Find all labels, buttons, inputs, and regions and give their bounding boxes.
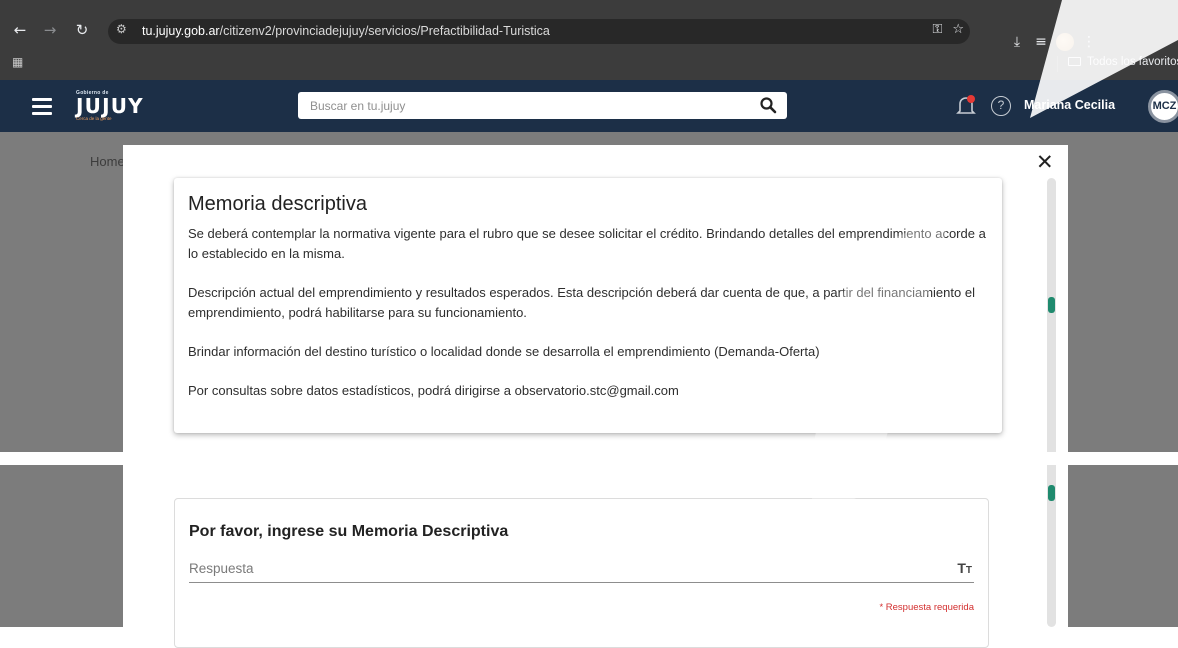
search-input[interactable]: Buscar en tu.jujuy <box>298 92 787 119</box>
breadcrumb-home[interactable]: Home <box>90 154 125 169</box>
address-bar-icons: ⚿ ☆ <box>922 22 964 37</box>
back-icon[interactable]: ← <box>10 20 30 40</box>
question-card: Por favor, ingrese su Memoria Descriptiv… <box>174 498 989 648</box>
url-host: tu.jujuy.gob.ar <box>142 24 220 38</box>
password-key-icon[interactable]: ⚿ <box>932 22 942 37</box>
memoria-paragraph: Por consultas sobre datos estadísticos, … <box>188 383 679 398</box>
memoria-paragraph: Se deberá contemplar la normativa vigent… <box>188 226 986 261</box>
bell-icon[interactable] <box>955 94 977 123</box>
jujuy-logo[interactable]: Gobierno de JUJUY Cerca de la gente <box>76 90 144 121</box>
browser-toolbar: ← → ↻ ⚙ tu.jujuy.gob.ar/citizenv2/provin… <box>0 14 1178 51</box>
question-title: Por favor, ingrese su Memoria Descriptiv… <box>189 523 509 540</box>
modal-scrollbar[interactable] <box>1047 178 1056 627</box>
answer-input[interactable]: Respuesta TT <box>189 557 974 583</box>
app-header: Gobierno de JUJUY Cerca de la gente Busc… <box>0 80 1178 132</box>
bookmarks-bar: ▦ Todos los favoritos <box>0 48 1178 78</box>
user-name[interactable]: Mariana Cecilia <box>1024 98 1115 112</box>
memoria-paragraph: Brindar información del destino turístic… <box>188 344 820 359</box>
url-path: /citizenv2/provinciadejujuy/servicios/Pr… <box>219 24 550 38</box>
memoria-paragraph: Descripción actual del emprendimiento y … <box>188 285 975 320</box>
memoria-info-card: Memoria descriptiva Se deberá contemplar… <box>174 178 1002 433</box>
bookmarks-folder-label: Todos los favoritos <box>1087 56 1178 68</box>
forward-icon[interactable]: → <box>40 20 60 40</box>
search-placeholder: Buscar en tu.jujuy <box>310 99 406 113</box>
text-format-icon[interactable]: TT <box>957 560 972 576</box>
hamburger-icon[interactable] <box>32 98 52 115</box>
folder-icon <box>1068 57 1081 66</box>
answer-placeholder: Respuesta <box>189 561 254 576</box>
avatar-initials: MCZ <box>1152 100 1177 112</box>
browser-chrome: ← → ↻ ⚙ tu.jujuy.gob.ar/citizenv2/provin… <box>0 0 1178 80</box>
scrollbar-thumb[interactable] <box>1048 297 1055 313</box>
site-settings-icon[interactable]: ⚙ <box>116 22 127 36</box>
memoria-title: Memoria descriptiva <box>188 193 367 215</box>
address-bar[interactable]: ⚙ tu.jujuy.gob.ar/citizenv2/provinciadej… <box>108 19 970 44</box>
help-icon[interactable]: ? <box>991 96 1011 116</box>
scrollbar-thumb[interactable] <box>1048 485 1055 501</box>
apps-icon[interactable]: ▦ <box>12 55 23 69</box>
url-text[interactable]: tu.jujuy.gob.ar/citizenv2/provinciadejuj… <box>142 24 550 38</box>
required-note: * Respuesta requerida <box>879 602 974 613</box>
star-icon[interactable]: ☆ <box>952 22 964 37</box>
avatar[interactable]: MCZ <box>1148 90 1178 123</box>
modal-dialog: ✕ Memoria descriptiva Se deberá contempl… <box>123 145 1068 648</box>
reload-icon[interactable]: ↻ <box>72 20 92 40</box>
close-icon[interactable]: ✕ <box>1036 151 1054 173</box>
search-icon[interactable] <box>759 96 777 119</box>
bookmarks-folder[interactable]: Todos los favoritos <box>1068 56 1178 68</box>
screenshot-divider <box>0 452 1178 465</box>
logo-main-text: JUJUY <box>76 94 144 118</box>
bookmarks-divider <box>1057 56 1058 72</box>
